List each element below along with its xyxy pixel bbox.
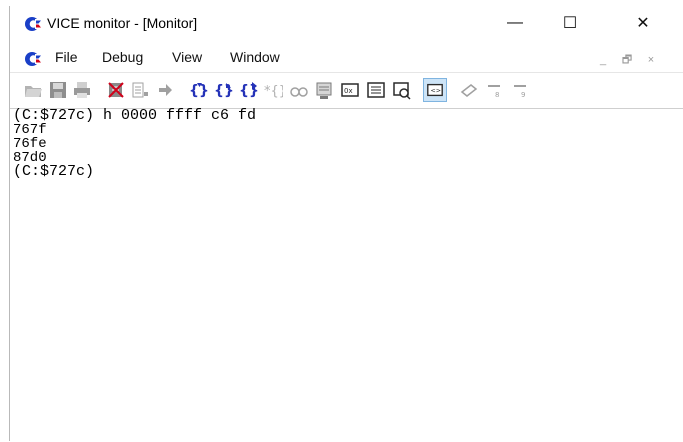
menu-file[interactable]: File <box>55 49 78 65</box>
mdi-close-icon: × <box>647 54 655 66</box>
step-over-icon[interactable] <box>130 80 150 100</box>
eraser-icon[interactable] <box>459 80 479 100</box>
console-icon: <> <box>427 83 443 97</box>
breakpoint-icon[interactable] <box>392 80 412 100</box>
svg-text:{}: {} <box>214 83 233 99</box>
svg-text:0x: 0x <box>344 87 353 95</box>
mdi-restore-icon: 🗗 <box>621 53 633 66</box>
registers-icon[interactable] <box>366 80 386 100</box>
return-icon[interactable]: {} <box>238 80 258 100</box>
monitor-console[interactable]: (C:$727c) h 0000 ffff c6 fd 767f 76fe 87… <box>10 108 683 442</box>
menu-bar: File Debug View Window _ 🗗 × <box>10 44 683 73</box>
svg-text:<>: <> <box>431 88 442 95</box>
disassembly-icon[interactable]: 0x <box>340 80 360 100</box>
svg-text:8: 8 <box>495 91 499 99</box>
svg-text:{}: {} <box>189 83 208 99</box>
console-line-output: 767f <box>13 122 47 138</box>
open-icon[interactable] <box>23 80 43 100</box>
disable-icon[interactable] <box>106 80 126 100</box>
pin-icon-2[interactable]: 9 <box>510 80 530 100</box>
close-button[interactable]: ✕ <box>620 6 666 40</box>
console-button[interactable]: <> <box>423 78 447 102</box>
console-line-output: 87d0 <box>13 150 47 166</box>
step-out-icon[interactable]: {} <box>213 80 233 100</box>
menu-debug[interactable]: Debug <box>102 49 143 65</box>
window-title: VICE monitor - [Monitor] <box>47 15 198 31</box>
console-prompt[interactable]: (C:$727c) <box>10 164 683 179</box>
commodore-logo-icon <box>25 17 42 31</box>
console-line-output: 76fe <box>13 136 47 152</box>
step-icon[interactable] <box>155 80 175 100</box>
menu-window[interactable]: Window <box>230 49 280 65</box>
commodore-logo-icon[interactable] <box>24 50 42 68</box>
print-icon[interactable] <box>72 80 92 100</box>
svg-text:*{}: *{} <box>264 84 283 99</box>
mdi-close-button[interactable]: × <box>642 52 660 68</box>
maximize-icon: ☐ <box>562 15 578 32</box>
maximize-button[interactable]: ☐ <box>547 6 593 40</box>
pin-icon[interactable]: 8 <box>484 80 504 100</box>
menu-view[interactable]: View <box>172 49 202 65</box>
vice-monitor-window: VICE monitor - [Monitor] — ☐ ✕ File Debu… <box>9 6 683 442</box>
mdi-minimize-icon: _ <box>599 54 607 66</box>
close-icon: ✕ <box>636 15 650 32</box>
toolbar: {} {} {} *{} 0x <box>10 75 683 105</box>
brace-icon[interactable]: *{} <box>263 80 283 100</box>
mdi-restore-button[interactable]: 🗗 <box>618 52 636 68</box>
save-icon[interactable] <box>48 80 68 100</box>
minimize-button[interactable]: — <box>492 6 538 40</box>
console-line-command: (C:$727c) h 0000 ffff c6 fd <box>13 107 257 124</box>
svg-text:9: 9 <box>521 91 525 99</box>
mdi-minimize-button[interactable]: _ <box>594 52 612 68</box>
minimize-icon: — <box>507 14 523 31</box>
step-into-icon[interactable]: {} <box>188 80 208 100</box>
watch-icon[interactable] <box>289 80 309 100</box>
title-bar[interactable]: VICE monitor - [Monitor] — ☐ ✕ <box>10 6 683 40</box>
memory-icon[interactable] <box>314 80 334 100</box>
